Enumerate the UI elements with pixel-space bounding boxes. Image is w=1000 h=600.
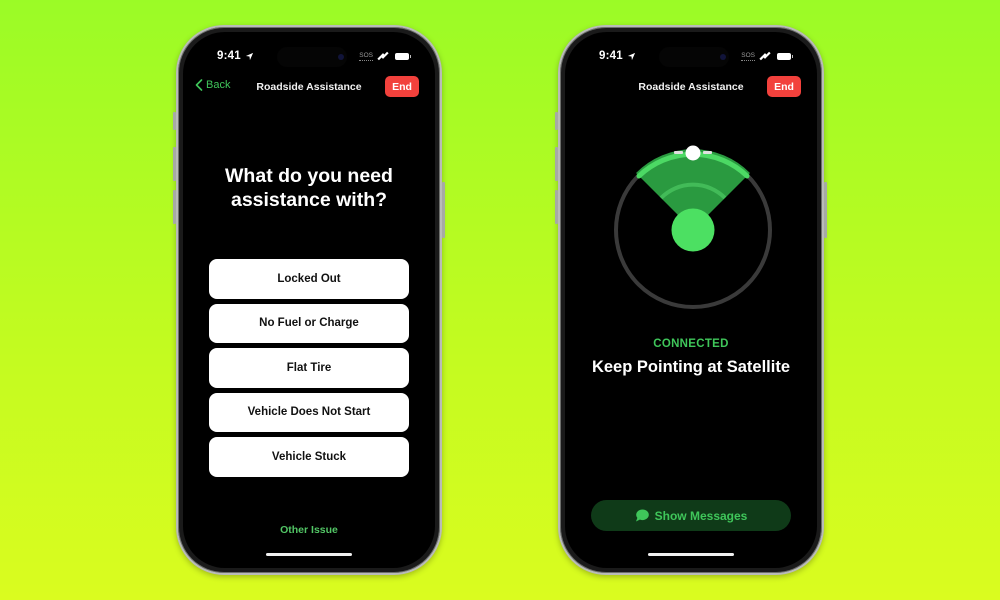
volume-up-button [555,147,558,181]
status-bar: 9:41 SOS [183,47,435,68]
status-time: 9:41 [599,50,623,62]
status-time: 9:41 [217,50,241,62]
satellite-marker [685,145,701,161]
volume-down-button [555,190,558,224]
location-arrow-icon [245,52,254,61]
option-no-fuel-or-charge[interactable]: No Fuel or Charge [209,303,409,343]
other-issue-link[interactable]: Other Issue [183,524,435,536]
volume-down-button [173,190,176,224]
dynamic-island [659,47,729,67]
end-button[interactable]: End [385,76,419,97]
show-messages-button[interactable]: Show Messages [591,500,791,531]
dynamic-island [277,47,347,67]
option-vehicle-stuck[interactable]: Vehicle Stuck [209,437,409,477]
phone-left: 9:41 SOS Back Roadside Assistance End Wh… [173,25,445,575]
home-indicator[interactable] [266,552,352,556]
satellite-panel-left [674,151,683,154]
question-heading: What do you need assistance with? [225,165,393,211]
action-button [555,112,558,130]
side-button [824,182,827,238]
satellite-icon [377,51,389,61]
option-vehicle-does-not-start[interactable]: Vehicle Does Not Start [209,392,409,432]
sos-indicator: SOS [741,52,755,61]
camera-dot [338,54,344,60]
battery-icon [777,53,793,60]
camera-dot [720,54,726,60]
nav-bar: Back Roadside Assistance End [183,76,435,98]
status-bar: 9:41 SOS [565,47,817,68]
phone-right: 9:41 SOS Roadside Assistance End CONNECT… [555,25,827,575]
satellite-pointer-radar [614,145,772,309]
phone-screen: 9:41 SOS Back Roadside Assistance End Wh… [183,32,435,568]
sos-indicator: SOS [359,52,373,61]
satellite-panel-right [703,151,712,154]
battery-icon [395,53,411,60]
side-button [442,182,445,238]
user-position-dot [671,208,715,252]
instruction-text: Keep Pointing at Satellite [591,358,791,376]
nav-bar: Roadside Assistance End [565,76,817,98]
message-bubble-icon [635,509,649,522]
connection-status: CONNECTED [653,338,729,350]
home-indicator[interactable] [648,552,734,556]
satellite-icon [759,51,771,61]
volume-up-button [173,147,176,181]
option-flat-tire[interactable]: Flat Tire [209,348,409,388]
location-arrow-icon [627,52,636,61]
phone-screen: 9:41 SOS Roadside Assistance End CONNECT… [565,32,817,568]
assistance-options: Locked Out No Fuel or Charge Flat Tire V… [209,259,409,477]
show-messages-label: Show Messages [654,508,748,523]
action-button [173,112,176,130]
option-locked-out[interactable]: Locked Out [209,259,409,299]
end-button[interactable]: End [767,76,801,97]
